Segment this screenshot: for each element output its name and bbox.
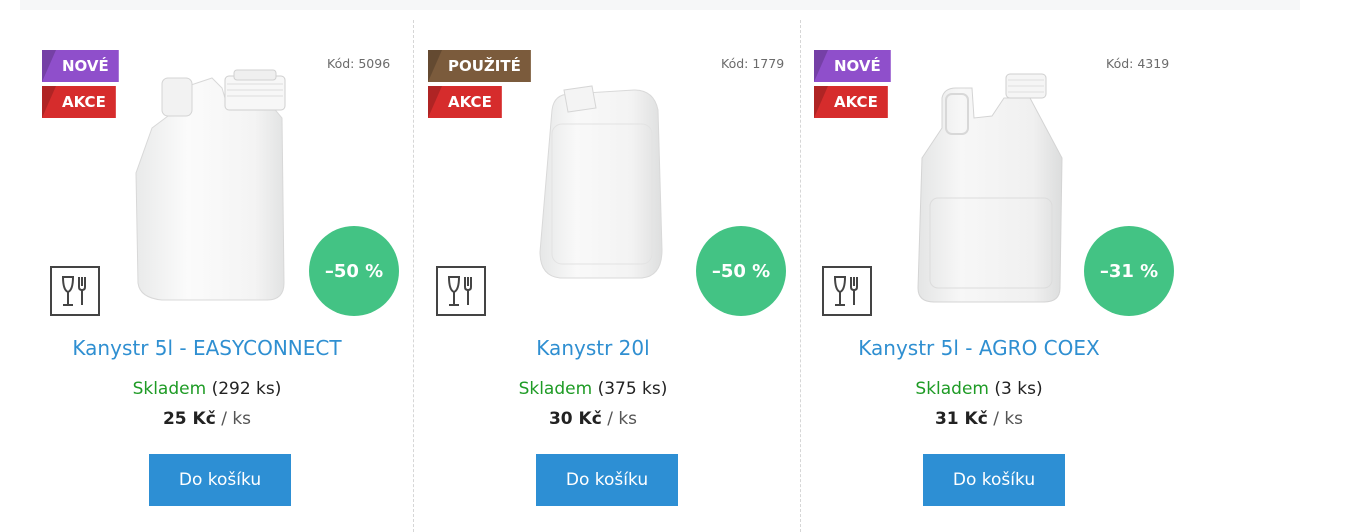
add-to-cart-button[interactable]: Do košíku [923, 454, 1065, 506]
stock-info: Skladem (375 ks) [400, 379, 786, 399]
product-code: Kód: 1779 [721, 56, 785, 71]
price-unit: / ks [993, 409, 1024, 429]
product-image[interactable] [132, 68, 302, 304]
product-name-link[interactable]: Kanystr 20l [400, 336, 786, 360]
stock-status: Skladem [915, 379, 989, 399]
badge-sale: AKCE [42, 86, 116, 118]
glass-fork-icon [436, 266, 486, 316]
price-value: 25 Kč [162, 409, 216, 429]
product-code: Kód: 4319 [1106, 56, 1170, 71]
badge-sale: AKCE [814, 86, 888, 118]
product-card: NOVÉ AKCE Kód: 5096 –50 % Kanystr 5l - E… [14, 20, 400, 532]
price-value: 31 Kč [934, 409, 988, 429]
discount-badge: –31 % [1084, 226, 1174, 316]
add-to-cart-button[interactable]: Do košíku [536, 454, 678, 506]
stock-info: Skladem (292 ks) [14, 379, 400, 399]
product-image[interactable] [912, 68, 1066, 304]
discount-badge: –50 % [309, 226, 399, 316]
stock-status: Skladem [132, 379, 207, 399]
discount-badge: –50 % [696, 226, 786, 316]
badge-sale: AKCE [428, 86, 502, 118]
badge-new: NOVÉ [42, 50, 119, 82]
stock-status: Skladem [518, 379, 593, 399]
glass-fork-icon [50, 266, 100, 316]
price-unit: / ks [221, 409, 252, 429]
glass-fork-icon [822, 266, 872, 316]
top-strip [20, 0, 1300, 10]
price-unit: / ks [607, 409, 638, 429]
price-value: 30 Kč [548, 409, 602, 429]
stock-count: (3 ks) [994, 379, 1043, 399]
stock-count: (375 ks) [597, 379, 668, 399]
product-name-link[interactable]: Kanystr 5l - EASYCONNECT [14, 336, 400, 360]
stock-count: (292 ks) [211, 379, 282, 399]
badge-used: POUŽITÉ [428, 50, 531, 82]
product-card: NOVÉ AKCE Kód: 4319 –31 % Kanystr 5l - A… [786, 20, 1174, 532]
price-info: 30 Kč / ks [400, 409, 786, 429]
product-name-link[interactable]: Kanystr 5l - AGRO COEX [786, 336, 1172, 360]
badge-new: NOVÉ [814, 50, 891, 82]
add-to-cart-button[interactable]: Do košíku [149, 454, 291, 506]
product-card: POUŽITÉ AKCE Kód: 1779 –50 % Kanystr 20l… [400, 20, 786, 532]
product-code: Kód: 5096 [327, 56, 391, 71]
price-info: 25 Kč / ks [14, 409, 400, 429]
price-info: 31 Kč / ks [786, 409, 1172, 429]
stock-info: Skladem (3 ks) [786, 379, 1172, 399]
product-image[interactable] [534, 80, 666, 282]
